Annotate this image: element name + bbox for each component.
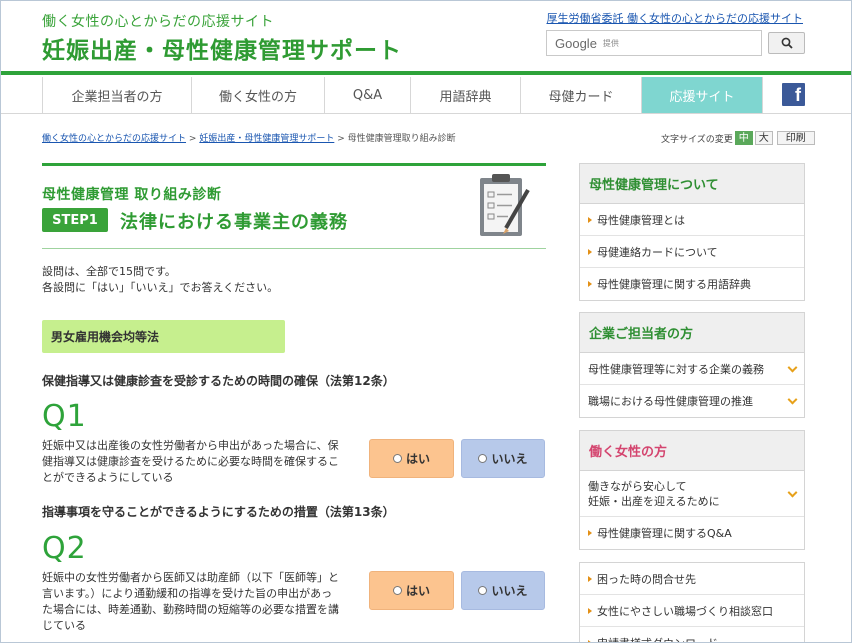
search-icon (781, 37, 793, 49)
top-site-link[interactable]: 厚生労働省委託 働く女性の心とからだの応援サイト (547, 10, 804, 26)
sidebar-heading[interactable]: 母性健康管理について (580, 164, 804, 204)
law-section-label: 男女雇用機会均等法 (42, 320, 285, 353)
breadcrumb: 働く女性の心とからだの応援サイト > 妊娠出産・母性健康管理サポート > 母性健… (42, 131, 456, 144)
search-button[interactable] (768, 32, 805, 54)
font-size-control: 文字サイズの変更 中 大 印刷 (661, 131, 815, 145)
question-heading: 指導事項を守ることができるようにするための措置（法第13条） (42, 505, 395, 519)
radio-icon (392, 454, 402, 463)
sidebar-item[interactable]: 困った時の問合せ先 (580, 563, 804, 595)
breadcrumb-sep: > (188, 134, 197, 144)
font-size-medium-button[interactable]: 中 (734, 131, 753, 145)
sidebar-item-label: 女性にやさしい職場づくり相談窓口 (597, 604, 773, 618)
sidebar-item-label: 母性健康管理に関するQ&A (597, 527, 732, 540)
chevron-down-icon (787, 487, 798, 498)
q1-no-button[interactable]: いいえ (461, 439, 545, 478)
search-provided-label: 提供 (602, 38, 619, 48)
breadcrumb-current: 母性健康管理取り組み診断 (347, 134, 456, 144)
answer-label: いいえ (491, 584, 528, 598)
sidebar-item-label: 働きながら安心して 妊娠・出産を迎えるために (588, 479, 720, 509)
page-subtitle: 母性健康管理 取り組み診断 (42, 187, 222, 203)
question-text: 妊娠中又は出産後の女性労働者から申出があった場合に、保健指導又は健康診査を受ける… (42, 439, 339, 484)
answer-label: はい (405, 452, 430, 466)
sidebar-item[interactable]: 母性健康管理とは (580, 204, 804, 236)
font-size-large-button[interactable]: 大 (754, 131, 773, 145)
header-divider (1, 71, 851, 75)
breadcrumb-sep: > (337, 134, 345, 144)
arrow-icon (588, 607, 592, 614)
chevron-down-icon (787, 362, 798, 373)
radio-icon (392, 586, 402, 595)
nav-item-company[interactable]: 企業担当者の方 (43, 77, 192, 113)
sidebar-item[interactable]: 母性健康管理に関するQ&A (580, 517, 804, 549)
sidebar-item-label: 困った時の問合せ先 (597, 572, 696, 586)
arrow-icon (588, 530, 592, 536)
sidebar-heading[interactable]: 働く女性の方 (580, 431, 804, 471)
sidebar-item-label: 母健連絡カードについて (597, 245, 718, 259)
nav-divider (1, 113, 851, 114)
site-title[interactable]: 妊娠出産・母性健康管理サポート (42, 31, 402, 65)
nav-item-women[interactable]: 働く女性の方 (192, 77, 325, 113)
nav-item-support-site[interactable]: 応援サイト (642, 77, 763, 113)
question-heading: 保健指導又は健康診査を受診するための時間の確保（法第12条） (42, 374, 395, 388)
answer-label: いいえ (491, 452, 528, 466)
label-line-2: 妊娠・出産を迎えるために (588, 494, 720, 508)
sidebar-box-links: 困った時の問合せ先 女性にやさしい職場づくり相談窓口 申請書様式ダウンロード (579, 562, 805, 642)
intro-line-1: 設問は、全部で15問です。 (42, 265, 176, 278)
sidebar-box-company: 企業ご担当者の方 母性健康管理等に対する企業の義務 職場における母性健康管理の推… (579, 312, 805, 418)
nav-item-card[interactable]: 母健カード (521, 77, 642, 113)
sidebar-item-label: 母性健康管理とは (597, 213, 685, 227)
sidebar-item[interactable]: 職場における母性健康管理の推進 (580, 385, 804, 417)
arrow-icon (588, 575, 592, 582)
intro-line-2: 各設問に「はい」「いいえ」でお答えください。 (42, 281, 279, 294)
search-input[interactable]: Google 提供 (546, 30, 762, 56)
facebook-icon[interactable]: f (782, 83, 805, 106)
main-nav: 企業担当者の方 働く女性の方 Q&A 用語辞典 母健カード 応援サイト (42, 77, 763, 113)
step-badge: STEP1 (42, 208, 108, 232)
arrow-icon (588, 281, 592, 287)
chevron-down-icon (787, 394, 798, 405)
sidebar-item-label: 母性健康管理に関する用語辞典 (597, 278, 751, 291)
page-title-block: 母性健康管理 取り組み診断 STEP1 法律における事業主の義務 (42, 163, 546, 249)
sidebar-heading[interactable]: 企業ご担当者の方 (580, 313, 804, 353)
page-title: 法律における事業主の義務 (120, 212, 348, 233)
sidebar-item-label: 職場における母性健康管理の推進 (588, 395, 753, 408)
sidebar-box-women: 働く女性の方 働きながら安心して 妊娠・出産を迎えるために 母性健康管理に関する… (579, 430, 805, 550)
nav-item-glossary[interactable]: 用語辞典 (411, 77, 521, 113)
sidebar-item-label: 母性健康管理等に対する企業の義務 (588, 362, 764, 376)
radio-icon (478, 586, 488, 595)
question-text: 妊娠中の女性労働者から医師又は助産師（以下「医師等」と言います。）により通勤緩和… (42, 571, 339, 632)
nav-item-qa[interactable]: Q&A (325, 77, 411, 113)
font-size-label: 文字サイズの変更 (661, 134, 733, 145)
page: 働く女性の心とからだの応援サイト 妊娠出産・母性健康管理サポート 厚生労働省委託… (0, 0, 852, 643)
breadcrumb-section[interactable]: 妊娠出産・母性健康管理サポート (199, 134, 334, 144)
clipboard-icon (480, 174, 530, 236)
sidebar-item[interactable]: 女性にやさしい職場づくり相談窓口 (580, 595, 804, 627)
radio-icon (478, 454, 488, 463)
print-button[interactable]: 印刷 (776, 131, 815, 145)
sidebar-box-maternal-health: 母性健康管理について 母性健康管理とは 母健連絡カードについて 母性健康管理に関… (579, 163, 805, 301)
label-line-1: 働きながら安心して (588, 479, 687, 493)
sidebar-item[interactable]: 申請書様式ダウンロード (580, 627, 804, 642)
sidebar-item[interactable]: 母性健康管理に関する用語辞典 (580, 268, 804, 300)
intro-text: 設問は、全部で15問です。 各設問に「はい」「いいえ」でお答えください。 (42, 264, 278, 296)
breadcrumb-home[interactable]: 働く女性の心とからだの応援サイト (42, 134, 186, 144)
arrow-icon (588, 216, 592, 223)
question-number: Q1 (42, 399, 87, 434)
sidebar-item[interactable]: 母性健康管理等に対する企業の義務 (580, 353, 804, 385)
q1-yes-button[interactable]: はい (369, 439, 454, 478)
question-number: Q2 (42, 531, 87, 566)
sidebar-item-label: 申請書様式ダウンロード (597, 635, 718, 642)
sidebar-item[interactable]: 働きながら安心して 妊娠・出産を迎えるために (580, 471, 804, 517)
search-brand: Google (555, 35, 597, 51)
site-tagline: 働く女性の心とからだの応援サイト (42, 14, 274, 30)
q2-yes-button[interactable]: はい (369, 571, 454, 610)
answer-label: はい (405, 584, 430, 598)
arrow-icon (588, 248, 592, 255)
sidebar-item[interactable]: 母健連絡カードについて (580, 236, 804, 268)
q2-no-button[interactable]: いいえ (461, 571, 545, 610)
